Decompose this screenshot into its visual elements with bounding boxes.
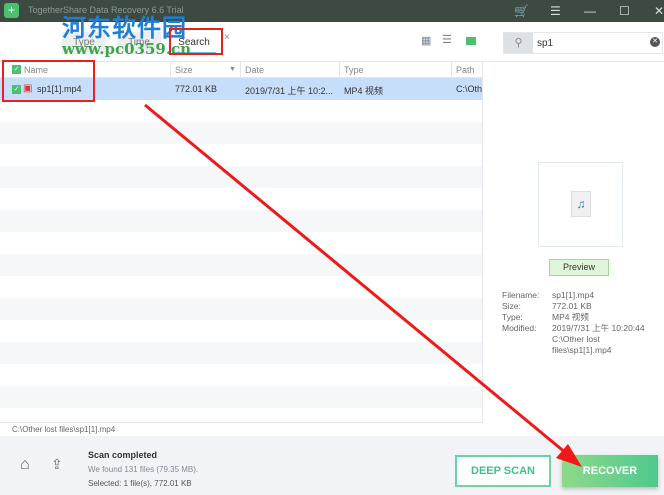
annotation-overlay (2, 28, 582, 467)
highlight-box-file (2, 60, 95, 102)
annotation-arrow (144, 103, 573, 460)
highlight-box-search (169, 28, 223, 55)
